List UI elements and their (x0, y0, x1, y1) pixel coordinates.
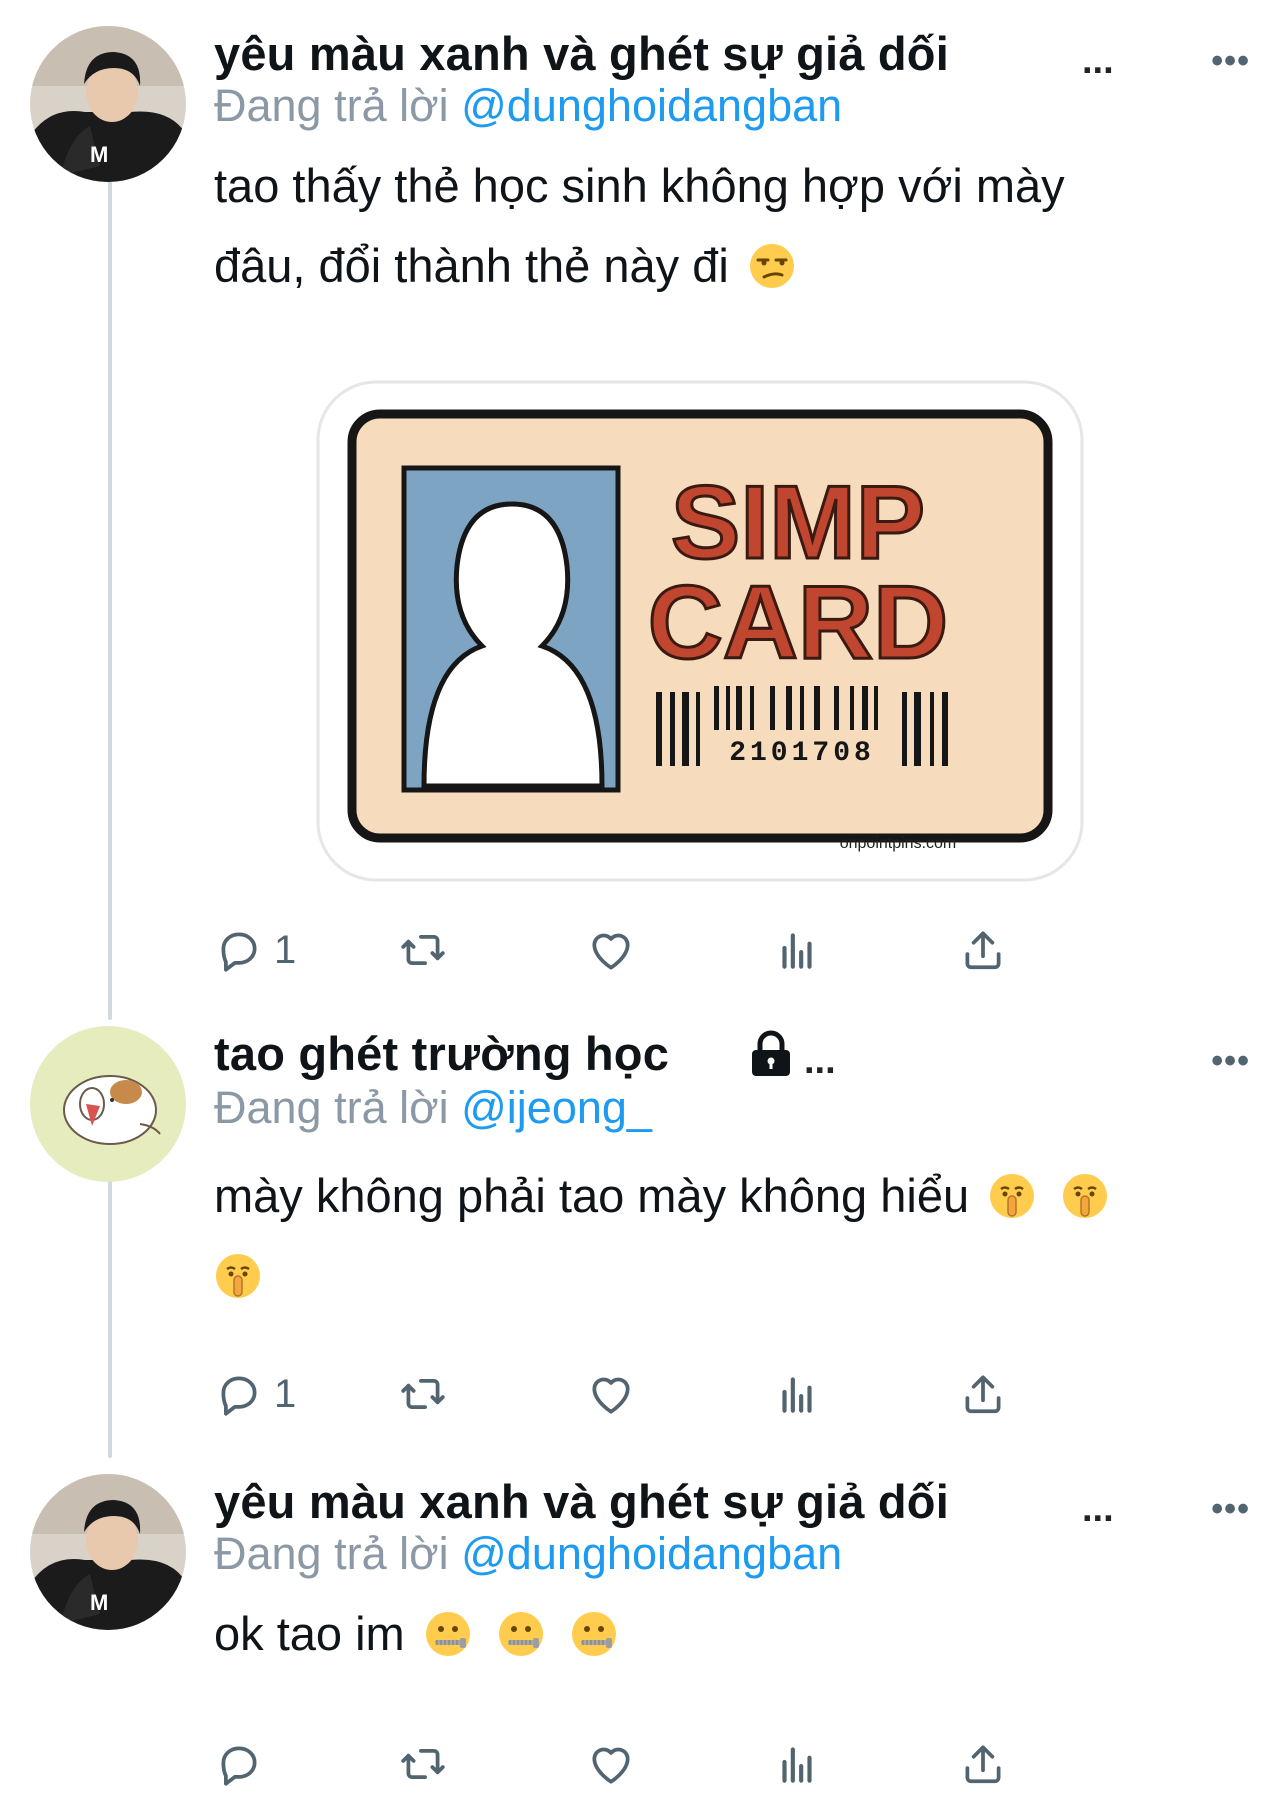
views-button[interactable] (772, 1736, 822, 1792)
reply-prefix: Đang trả lời (214, 1528, 449, 1579)
tweet-text: ok tao im (214, 1594, 1234, 1674)
more-options-button[interactable]: ••• (1211, 1042, 1250, 1081)
tweet-text-line (214, 1236, 1234, 1316)
zipper-mouth-face-emoji-icon (498, 1612, 543, 1656)
zipper-mouth-face-emoji-icon (571, 1612, 616, 1656)
svg-text:M: M (90, 142, 108, 167)
reply-context: Đang trả lời @ijeong_ (214, 1082, 652, 1134)
reply-context: Đang trả lời @dunghoidangban (214, 80, 842, 132)
share-button[interactable] (958, 1366, 1008, 1422)
like-icon (592, 1377, 630, 1414)
like-button[interactable] (586, 1366, 636, 1422)
author-name[interactable]: tao ghét trường học (214, 1026, 669, 1081)
tweet-text-line: ok tao im (214, 1594, 1234, 1674)
views-icon (782, 1377, 812, 1413)
more-options-button[interactable]: ••• (1211, 42, 1250, 81)
barcode-number: 2101708 (729, 738, 875, 769)
tweet-text: tao thấy thẻ học sinh không hợp với mày … (214, 146, 1234, 306)
views-button[interactable] (772, 922, 822, 978)
retweet-icon (401, 935, 445, 965)
retweet-button[interactable] (398, 1366, 448, 1422)
reply-count: 1 (274, 927, 297, 972)
more-options-button[interactable]: ••• (1211, 1490, 1250, 1529)
reply-context: Đang trả lời @dunghoidangban (214, 1528, 842, 1580)
retweet-button[interactable] (398, 922, 448, 978)
tweet[interactable]: M yêu màu xanh và ghét sự giả dối ... ••… (0, 26, 1284, 972)
views-icon (782, 1747, 812, 1783)
reply-icon (221, 932, 257, 972)
tweet-text-segment: đâu, đổi thành thẻ này đi (214, 239, 729, 292)
like-icon (592, 1747, 630, 1784)
tweet-text: mày không phải tao mày không hiểu (214, 1156, 1234, 1316)
tweet-text-segment: mày không phải tao mày không hiểu (214, 1169, 970, 1222)
reply-icon (221, 1746, 257, 1786)
tweet-text-line: mày không phải tao mày không hiểu (214, 1156, 1234, 1236)
reply-count: 1 (274, 1371, 297, 1416)
unamused-face-emoji-icon (749, 244, 794, 288)
retweet-icon (401, 1379, 445, 1409)
image-watermark: onpointpins.com (840, 835, 957, 852)
reply-button[interactable]: 1 (214, 1366, 296, 1422)
reply-handle-link[interactable]: @dunghoidangban (461, 1528, 842, 1579)
author-name[interactable]: yêu màu xanh và ghét sự giả dối (214, 1474, 949, 1529)
shushing-face-emoji-icon (990, 1174, 1035, 1218)
share-icon (965, 1375, 1001, 1414)
tweet-text-line: tao thấy thẻ học sinh không hợp với mày (214, 159, 1065, 212)
tweet[interactable]: M yêu màu xanh và ghét sự giả dối ... ••… (0, 1474, 1284, 1797)
like-icon (592, 933, 630, 970)
views-icon (782, 933, 812, 969)
share-button[interactable] (958, 922, 1008, 978)
lock-icon (752, 1030, 790, 1076)
tweet-actions: 1 (214, 1366, 1134, 1422)
reply-prefix: Đang trả lời (214, 80, 449, 131)
author-name[interactable]: yêu màu xanh và ghét sự giả dối (214, 26, 949, 81)
like-button[interactable] (586, 1736, 636, 1792)
reply-prefix: Đang trả lời (214, 1082, 449, 1133)
share-icon (965, 1745, 1001, 1784)
retweet-button[interactable] (398, 1736, 448, 1792)
shushing-face-emoji-icon (1063, 1174, 1108, 1218)
shushing-face-emoji-icon (216, 1254, 260, 1298)
share-button[interactable] (958, 1736, 1008, 1792)
avatar[interactable]: M (30, 1474, 186, 1630)
reply-button[interactable]: 1 (214, 922, 296, 978)
avatar[interactable]: M (30, 26, 186, 182)
reply-icon (221, 1376, 257, 1416)
tweet-text-line: đâu, đổi thành thẻ này đi (214, 226, 1234, 306)
tweet[interactable]: tao ghét trường học ... ••• Đang trả lời… (0, 1026, 1284, 1426)
reply-handle-link[interactable]: @ijeong_ (461, 1082, 652, 1133)
name-ellipsis: ... (1082, 1488, 1114, 1530)
zipper-mouth-face-emoji-icon (425, 1612, 470, 1656)
avatar[interactable] (30, 1026, 186, 1182)
views-button[interactable] (772, 1366, 822, 1422)
name-ellipsis: ... (1082, 40, 1114, 82)
card-title-line1: SIMP (671, 465, 925, 581)
card-title-line2: CARD (648, 565, 948, 681)
reply-handle-link[interactable]: @dunghoidangban (461, 80, 842, 131)
tweet-actions: 1 (214, 922, 1134, 978)
tweet-media-image[interactable]: SIMP CARD 2101708 onpointpins.com (312, 376, 1088, 886)
tweet-actions (214, 1736, 1134, 1792)
like-button[interactable] (586, 922, 636, 978)
share-icon (965, 931, 1001, 970)
tweet-text-segment: ok tao im (214, 1607, 405, 1660)
retweet-icon (401, 1749, 445, 1779)
svg-text:M: M (90, 1590, 108, 1615)
name-ellipsis: ... (804, 1040, 836, 1082)
reply-button[interactable] (214, 1736, 274, 1792)
